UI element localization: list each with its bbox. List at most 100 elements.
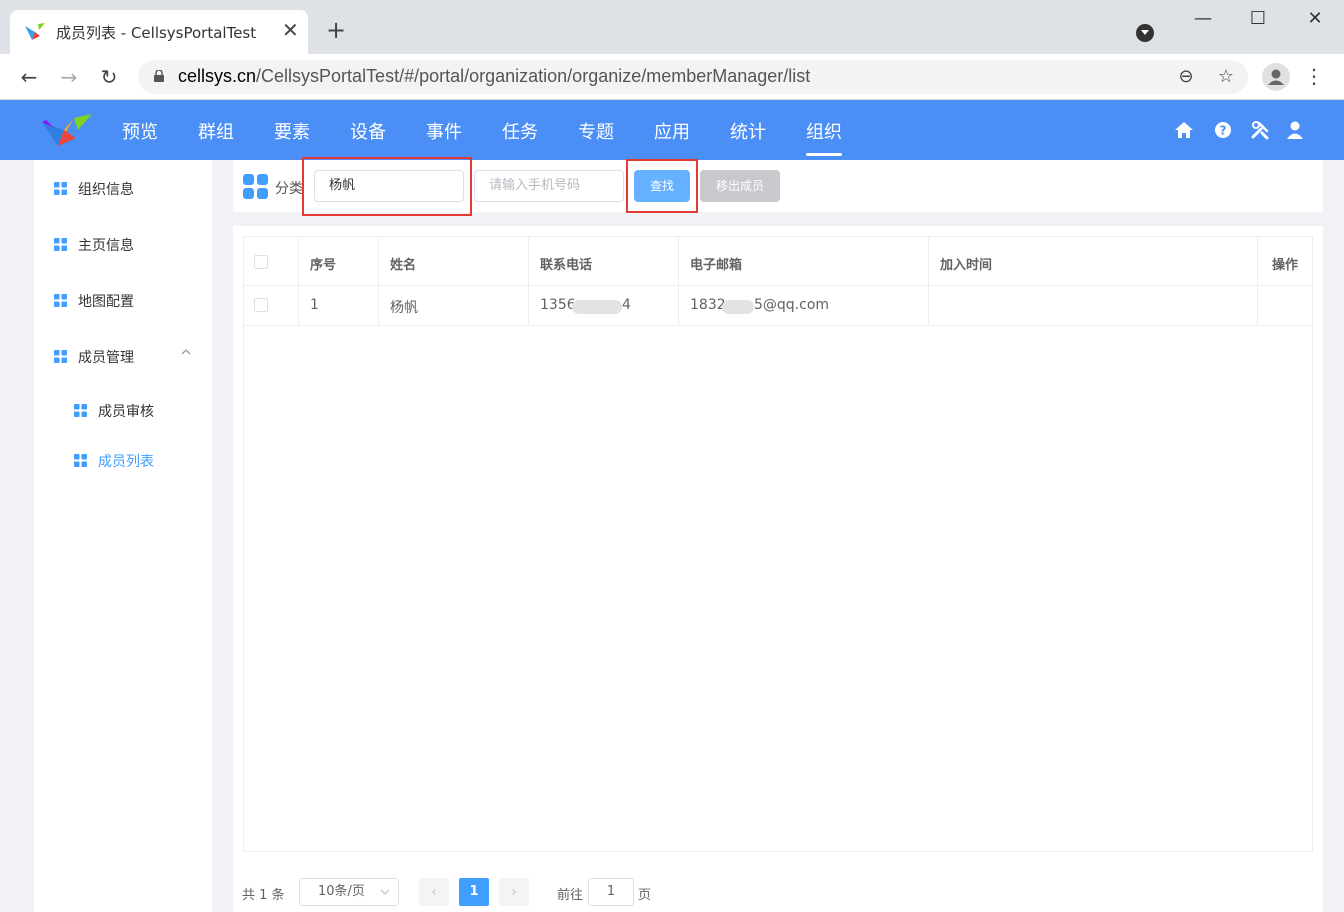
row-divider	[244, 325, 1312, 326]
grid-icon	[74, 404, 87, 417]
browser-menu-icon[interactable]: ⋮	[1304, 64, 1324, 88]
page-size-value: 10条/页	[318, 884, 365, 899]
prev-page-button[interactable]: ‹	[419, 878, 449, 906]
browser-tab-bar: 成员列表 - CellsysPortalTest ✕ + — ☐ ✕	[0, 0, 1344, 54]
sidebar-item-label: 成员管理	[78, 350, 134, 366]
row-checkbox[interactable]	[254, 298, 268, 312]
sidebar-item-label: 主页信息	[78, 238, 134, 254]
minimize-icon[interactable]: —	[1188, 8, 1218, 29]
bookmark-star-icon[interactable]: ☆	[1214, 66, 1238, 87]
home-icon[interactable]	[1174, 120, 1194, 140]
sidebar-item-member-review[interactable]: 成员审核	[34, 390, 212, 430]
new-tab-icon[interactable]: +	[326, 18, 346, 42]
sidebar-item-home-info[interactable]: 主页信息	[34, 224, 212, 264]
cell-phone-suffix: 4	[622, 297, 631, 313]
close-tab-icon[interactable]: ✕	[282, 20, 299, 40]
remove-member-button[interactable]: 移出成员	[700, 170, 780, 202]
phone-redaction-mask	[572, 300, 622, 314]
sidebar-item-member-management[interactable]: 成员管理	[34, 336, 212, 376]
page-size-select[interactable]: 10条/页	[299, 878, 399, 906]
cell-email-prefix: 1832	[690, 297, 726, 313]
member-table: 序号 姓名 联系电话 电子邮箱 加入时间 操作 1 杨帆 1356 4 1832…	[243, 236, 1313, 852]
nav-topics[interactable]: 专题	[578, 118, 614, 144]
header-join-time: 加入时间	[940, 258, 993, 273]
header-name: 姓名	[390, 258, 417, 273]
page-body: 组织信息 主页信息 地图配置 成员管理 成员审核 成员列表 分类 杨帆 请输入手…	[0, 157, 1344, 912]
sidebar-item-label: 成员审核	[98, 404, 154, 420]
column-divider	[678, 237, 679, 325]
highlight-name-input	[302, 157, 472, 216]
goto-label: 前往	[557, 888, 584, 903]
chevron-up-icon	[181, 349, 191, 355]
cell-name: 杨帆	[390, 300, 418, 316]
column-divider	[1257, 237, 1258, 325]
nav-preview[interactable]: 预览	[122, 118, 158, 144]
column-divider	[928, 237, 929, 325]
person-icon	[1268, 69, 1284, 85]
help-icon[interactable]: ?	[1213, 120, 1233, 140]
close-window-icon[interactable]: ✕	[1300, 8, 1330, 29]
page-number-current[interactable]: 1	[459, 878, 489, 906]
url-text: cellsys.cn/CellsysPortalTest/#/portal/or…	[178, 66, 810, 87]
url-field[interactable]: cellsys.cn/CellsysPortalTest/#/portal/or…	[138, 60, 1248, 94]
zoom-icon[interactable]: ⊖	[1174, 66, 1198, 87]
phone-search-input[interactable]: 请输入手机号码	[474, 170, 624, 202]
grid-icon	[54, 350, 67, 363]
header-index: 序号	[310, 258, 337, 273]
nav-tasks[interactable]: 任务	[502, 118, 538, 144]
reload-icon[interactable]: ↻	[96, 64, 122, 90]
profile-avatar-icon[interactable]	[1262, 63, 1290, 91]
app-logo-icon	[25, 23, 45, 40]
email-redaction-mask	[722, 300, 754, 314]
highlight-search-button	[626, 159, 698, 213]
nav-stats[interactable]: 统计	[730, 118, 766, 144]
goto-page-input[interactable]: 1	[588, 878, 634, 906]
header-phone: 联系电话	[540, 258, 593, 273]
grid-icon	[54, 238, 67, 251]
maximize-icon[interactable]: ☐	[1243, 8, 1273, 29]
sidebar-item-org-info[interactable]: 组织信息	[34, 168, 212, 208]
row-divider	[244, 285, 1312, 286]
total-count: 共 1 条	[242, 888, 285, 903]
nav-apps[interactable]: 应用	[654, 118, 690, 144]
nav-devices[interactable]: 设备	[350, 118, 386, 144]
browser-tab[interactable]: 成员列表 - CellsysPortalTest ✕	[10, 10, 308, 54]
pagination: 共 1 条 10条/页 ‹ 1 › 前往 1 页	[0, 866, 1344, 906]
category-label: 分类	[275, 181, 303, 197]
tab-search-icon[interactable]	[1136, 24, 1154, 42]
forward-icon[interactable]: →	[56, 64, 82, 90]
column-divider	[528, 237, 529, 325]
page-unit-label: 页	[638, 888, 652, 903]
sidebar-item-member-list[interactable]: 成员列表	[34, 440, 212, 480]
grid-icon	[54, 182, 67, 195]
header-email: 电子邮箱	[690, 258, 743, 273]
browser-address-bar: ← → ↻ cellsys.cn/CellsysPortalTest/#/por…	[0, 54, 1344, 100]
select-all-checkbox[interactable]	[254, 255, 268, 269]
cell-phone-prefix: 1356	[540, 297, 576, 313]
nav-elements[interactable]: 要素	[274, 118, 310, 144]
sidebar-item-label: 组织信息	[78, 182, 134, 198]
cell-email-suffix: 5@qq.com	[754, 297, 830, 313]
column-divider	[298, 237, 299, 325]
nav-organization[interactable]: 组织	[806, 118, 842, 156]
url-host: cellsys.cn	[178, 66, 257, 86]
sidebar-item-label: 地图配置	[78, 294, 134, 310]
nav-events[interactable]: 事件	[426, 118, 462, 144]
sidebar-item-map-config[interactable]: 地图配置	[34, 280, 212, 320]
sidebar-item-label: 成员列表	[98, 454, 154, 470]
lock-icon	[154, 70, 164, 82]
url-path: /CellsysPortalTest/#/portal/organization…	[256, 66, 811, 86]
nav-groups[interactable]: 群组	[198, 118, 234, 144]
tools-icon[interactable]	[1250, 120, 1270, 140]
sidebar: 组织信息 主页信息 地图配置 成员管理 成员审核 成员列表	[34, 160, 212, 912]
next-page-button[interactable]: ›	[499, 878, 529, 906]
user-icon[interactable]	[1285, 120, 1305, 140]
member-table-card: 序号 姓名 联系电话 电子邮箱 加入时间 操作 1 杨帆 1356 4 1832…	[233, 226, 1323, 912]
back-icon[interactable]: ←	[16, 64, 42, 90]
app-header: 预览 群组 要素 设备 事件 任务 专题 应用 统计 组织 ?	[0, 100, 1344, 160]
tab-title: 成员列表 - CellsysPortalTest	[56, 24, 257, 42]
column-divider	[378, 237, 379, 325]
category-grid-icon	[243, 174, 268, 199]
cellsys-logo-icon	[42, 114, 92, 146]
svg-text:?: ?	[1220, 124, 1227, 138]
